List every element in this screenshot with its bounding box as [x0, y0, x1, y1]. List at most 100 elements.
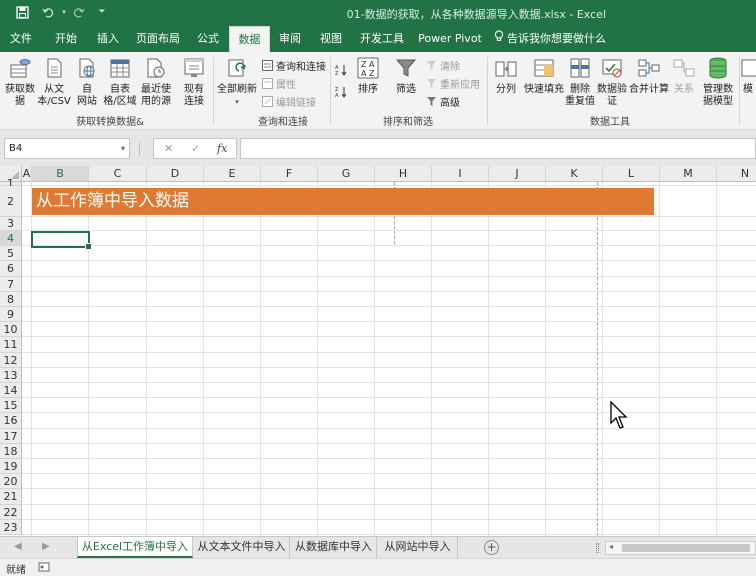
cancel-icon[interactable]: ✕: [164, 142, 173, 155]
queries-connections-button[interactable]: 查询和连接: [261, 57, 326, 73]
row-header-19[interactable]: 19: [0, 459, 22, 475]
consolidate-label: 合并计算: [629, 84, 669, 95]
reapply-button[interactable]: 重新应用: [425, 75, 480, 91]
row-header-10[interactable]: 10: [0, 322, 22, 338]
name-box[interactable]: B4 ▾: [4, 138, 130, 159]
column-header-a[interactable]: A: [22, 166, 32, 182]
relationships-button[interactable]: 关系: [670, 55, 698, 96]
row-header-5[interactable]: 5: [0, 246, 22, 262]
column-gridline: [659, 182, 660, 536]
from-web-button[interactable]: 自 网站: [72, 55, 102, 108]
from-text-csv-button[interactable]: 从文 本/CSV: [36, 55, 72, 108]
row-header-4[interactable]: 4: [0, 231, 22, 247]
sheet-tab-web[interactable]: 从网站中导入: [378, 537, 458, 558]
active-cell[interactable]: [31, 231, 92, 250]
row-header-21[interactable]: 21: [0, 489, 22, 505]
formula-bar-grip[interactable]: [139, 142, 141, 155]
row-header-3[interactable]: 3: [0, 217, 22, 231]
edit-links-button[interactable]: 编辑链接: [261, 93, 316, 109]
column-header-m[interactable]: M: [660, 166, 717, 182]
formula-input[interactable]: [240, 138, 756, 159]
enter-icon[interactable]: ✓: [191, 142, 200, 155]
column-header-h[interactable]: H: [375, 166, 432, 182]
column-header-f[interactable]: F: [261, 166, 318, 182]
tab-page-layout[interactable]: 页面布局: [132, 26, 184, 52]
tell-me-box[interactable]: 告诉我你想要做什么: [494, 26, 606, 52]
tab-file[interactable]: 文件: [4, 26, 38, 52]
sort-button[interactable]: Z AA Z 排序: [354, 55, 382, 96]
text-to-columns-button[interactable]: 分列: [492, 55, 520, 96]
tab-data[interactable]: 数据: [229, 26, 270, 52]
data-validation-button[interactable]: 数据验 证: [596, 55, 628, 108]
row-header-7[interactable]: 7: [0, 276, 22, 292]
column-gridline: [488, 182, 489, 536]
group-separator: [330, 57, 331, 125]
column-header-l[interactable]: L: [603, 166, 660, 182]
flash-fill-button[interactable]: 快速填充: [522, 55, 566, 96]
column-header-k[interactable]: K: [546, 166, 603, 182]
row-header-9[interactable]: 9: [0, 307, 22, 323]
tab-review[interactable]: 审阅: [273, 26, 307, 52]
column-header-g[interactable]: G: [318, 166, 375, 182]
properties-button[interactable]: 属性: [261, 75, 296, 91]
tab-power-pivot[interactable]: Power Pivot: [416, 26, 484, 52]
row-gridline: [22, 534, 756, 535]
tab-formulas[interactable]: 公式: [190, 26, 226, 52]
sort-az-button[interactable]: AZ: [335, 62, 350, 78]
advanced-filter-button[interactable]: 高级: [425, 93, 460, 109]
name-box-dropdown-icon[interactable]: ▾: [121, 139, 125, 158]
macro-record-icon[interactable]: [38, 561, 50, 576]
tab-insert[interactable]: 插入: [90, 26, 126, 52]
row-header-6[interactable]: 6: [0, 261, 22, 277]
tab-developer[interactable]: 开发工具: [356, 26, 408, 52]
row-header-8[interactable]: 8: [0, 291, 22, 307]
add-sheet-button[interactable]: +: [484, 540, 499, 555]
refresh-all-button[interactable]: 全部刷新 ▾: [214, 55, 260, 108]
consolidate-button[interactable]: 合并计算: [628, 55, 670, 96]
title-banner[interactable]: 从工作簿中导入数据: [32, 188, 654, 215]
row-header-15[interactable]: 15: [0, 398, 22, 414]
row-header-13[interactable]: 13: [0, 367, 22, 383]
column-header-n[interactable]: N: [717, 166, 756, 182]
sort-za-button[interactable]: ZA: [335, 84, 350, 100]
column-header-e[interactable]: E: [204, 166, 261, 182]
row-header-20[interactable]: 20: [0, 474, 22, 490]
sheet-tab-excel[interactable]: 从Excel工作簿中导入: [77, 537, 193, 558]
recent-sources-button[interactable]: 最近使 用的源: [138, 55, 174, 108]
row-header-14[interactable]: 14: [0, 383, 22, 399]
row-header-17[interactable]: 17: [0, 428, 22, 444]
column-header-d[interactable]: D: [147, 166, 204, 182]
tab-home[interactable]: 开始: [48, 26, 84, 52]
clear-button[interactable]: 清除: [425, 57, 460, 73]
fx-icon[interactable]: fx: [217, 142, 227, 155]
existing-connections-button[interactable]: 现有 连接: [178, 55, 210, 108]
get-data-button[interactable]: 获取数 据: [2, 55, 38, 108]
column-header-b[interactable]: B: [32, 166, 89, 182]
prev-sheet-icon[interactable]: ◀: [14, 541, 22, 552]
spreadsheet-grid[interactable]: ABCDEFGHIJKLMN 1 2 3 4 5 6 7 8 9 10 11 12 13 14 15 16 17…: [0, 166, 756, 536]
lightbulb-icon: [494, 26, 504, 52]
row-header-16[interactable]: 16: [0, 413, 22, 429]
row-header-18[interactable]: 18: [0, 443, 22, 459]
column-header-i[interactable]: I: [432, 166, 489, 182]
column-header-j[interactable]: J: [489, 166, 546, 182]
column-header-c[interactable]: C: [89, 166, 147, 182]
next-sheet-icon[interactable]: ▶: [42, 541, 50, 552]
row-header-11[interactable]: 11: [0, 337, 22, 353]
scrollbar-thumb[interactable]: [622, 544, 750, 552]
tab-split-handle[interactable]: [596, 543, 599, 553]
scroll-left-icon[interactable]: ◂: [609, 542, 613, 551]
horizontal-scrollbar[interactable]: ◂: [605, 541, 756, 555]
sheet-tab-database[interactable]: 从数据库中导入: [291, 537, 377, 558]
from-table-button[interactable]: 自表 格/区域: [102, 55, 138, 108]
remove-duplicates-button[interactable]: 删除 重复值: [564, 55, 596, 108]
sheet-tab-text[interactable]: 从文本文件中导入: [194, 537, 290, 558]
row-header-23[interactable]: 23: [0, 519, 22, 535]
row-header-2[interactable]: 2: [0, 186, 22, 217]
what-if-button[interactable]: 模: [740, 55, 756, 96]
manage-data-model-button[interactable]: 管理数 据模型: [700, 55, 736, 108]
row-header-22[interactable]: 22: [0, 504, 22, 520]
row-header-12[interactable]: 12: [0, 352, 22, 368]
tab-view[interactable]: 视图: [313, 26, 349, 52]
filter-button[interactable]: 筛选: [392, 55, 420, 96]
